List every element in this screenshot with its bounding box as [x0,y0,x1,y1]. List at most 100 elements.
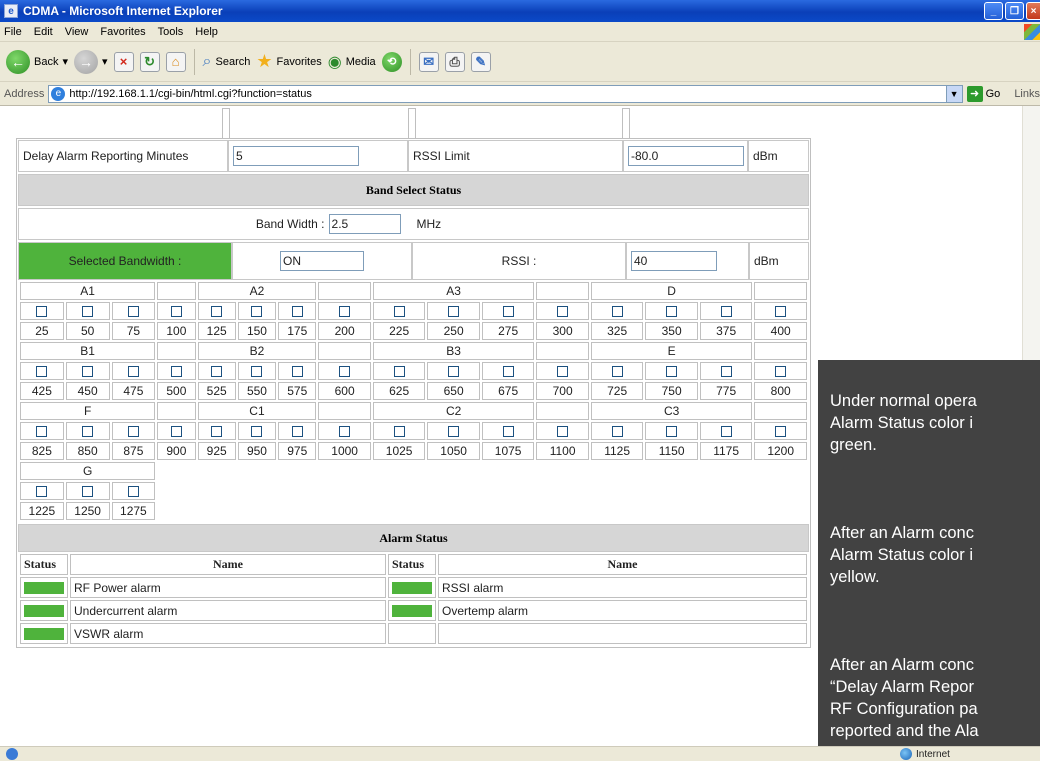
band-checkbox[interactable] [36,486,48,498]
alarm-row: VSWR alarm [20,623,807,644]
band-checkbox[interactable] [448,306,460,318]
band-checkbox[interactable] [339,306,351,318]
band-checkbox[interactable] [502,366,514,378]
media-button[interactable]: ◉ Media [328,52,376,72]
favorites-button[interactable]: ★ Favorites [256,51,321,72]
minimize-button[interactable]: _ [984,2,1003,20]
band-checkbox[interactable] [127,486,139,498]
back-button[interactable]: ← Back ▾ [6,49,68,74]
band-checkbox[interactable] [393,366,405,378]
band-checkbox[interactable] [211,306,223,318]
refresh-icon[interactable]: ↻ [139,51,160,72]
band-checkbox[interactable] [775,426,787,438]
band-checkbox[interactable] [720,306,732,318]
menu-file[interactable]: File [4,26,22,38]
band-checkbox[interactable] [557,306,569,318]
close-button[interactable]: × [1026,2,1040,20]
menu-favorites[interactable]: Favorites [100,26,145,38]
links-button[interactable]: Links [1014,88,1040,100]
band-filler [157,462,807,480]
band-checkbox[interactable] [36,366,48,378]
chevron-down-icon[interactable]: ▾ [102,55,108,68]
band-checkbox[interactable] [36,426,48,438]
band-checkbox[interactable] [775,366,787,378]
band-checkbox[interactable] [666,306,678,318]
band-checkbox[interactable] [339,366,351,378]
band-checkbox-cell [645,362,698,380]
band-frequency: 1125 [590,442,644,460]
bandwidth-input[interactable]: 2.5 [328,214,401,234]
rssi-limit-input[interactable]: -80.0 [628,146,744,166]
status-bar: Internet [0,746,1040,761]
band-checkbox[interactable] [502,306,514,318]
band-checkbox[interactable] [557,426,569,438]
band-checkbox[interactable] [127,426,139,438]
band-checkbox[interactable] [611,366,623,378]
band-checkbox[interactable] [291,366,303,378]
band-checkbox[interactable] [82,426,94,438]
stop-icon[interactable]: × [113,51,134,72]
band-checkbox[interactable] [251,306,263,318]
forward-button[interactable]: → ▾ [74,49,108,74]
history-icon[interactable]: ⟲ [381,51,402,72]
print-icon[interactable]: ⎙ [444,51,465,72]
go-button[interactable]: ➜ Go [966,85,1000,102]
menu-tools[interactable]: Tools [158,26,184,38]
band-checkbox[interactable] [82,486,94,498]
chevron-down-icon[interactable]: ▾ [62,55,68,68]
band-checkbox[interactable] [448,366,460,378]
band-checkbox[interactable] [251,366,263,378]
band-checkbox[interactable] [291,426,303,438]
band-checkbox-cell [754,422,807,440]
band-checkbox[interactable] [557,366,569,378]
band-checkbox[interactable] [211,366,223,378]
address-input[interactable]: e http://192.168.1.1/cgi-bin/html.cgi?fu… [48,84,963,103]
band-checkbox-cell [111,362,156,380]
band-checkbox[interactable] [36,306,48,318]
band-frequency: 675 [481,382,535,400]
note-spacer [830,610,1040,632]
band-checkbox[interactable] [720,426,732,438]
band-checkbox[interactable] [127,306,139,318]
globe-icon [900,748,912,760]
band-checkbox[interactable] [211,426,223,438]
band-checkbox[interactable] [339,426,351,438]
security-zone: Internet [900,748,950,760]
band-checkbox[interactable] [720,366,732,378]
menu-edit[interactable]: Edit [34,26,53,38]
band-checkbox[interactable] [775,306,787,318]
search-button[interactable]: ⌕ Search [203,53,251,71]
selected-bandwidth-input[interactable]: ON [280,251,364,271]
band-checkbox[interactable] [82,306,94,318]
menu-help[interactable]: Help [195,26,218,38]
band-frequency: 450 [65,382,110,400]
rssi-cell: 40 [626,242,749,280]
maximize-button[interactable]: ❐ [1005,2,1024,20]
band-checkbox[interactable] [502,426,514,438]
band-frequency: 800 [754,382,807,400]
band-checkbox[interactable] [127,366,139,378]
band-checkbox[interactable] [611,426,623,438]
menu-view[interactable]: View [65,26,89,38]
band-checkbox[interactable] [448,426,460,438]
mail-icon[interactable]: ✉ [418,51,439,72]
band-checkbox-cell [278,422,317,440]
band-checkbox[interactable] [170,306,182,318]
band-checkbox[interactable] [611,306,623,318]
band-checkbox[interactable] [82,366,94,378]
home-icon[interactable]: ⌂ [165,51,186,72]
chevron-down-icon[interactable]: ▼ [945,85,962,102]
band-checkbox[interactable] [393,306,405,318]
band-checkbox[interactable] [251,426,263,438]
rssi-input[interactable]: 40 [631,251,717,271]
band-checkbox[interactable] [666,426,678,438]
delay-input[interactable]: 5 [233,146,359,166]
band-checkbox[interactable] [393,426,405,438]
bandwidth-row: Band Width : 2.5 MHz [18,208,809,240]
edit-icon[interactable]: ✎ [470,51,491,72]
band-checkbox[interactable] [291,306,303,318]
name-col-header: Name [438,554,807,575]
band-checkbox[interactable] [170,426,182,438]
band-checkbox[interactable] [666,366,678,378]
band-checkbox[interactable] [170,366,182,378]
